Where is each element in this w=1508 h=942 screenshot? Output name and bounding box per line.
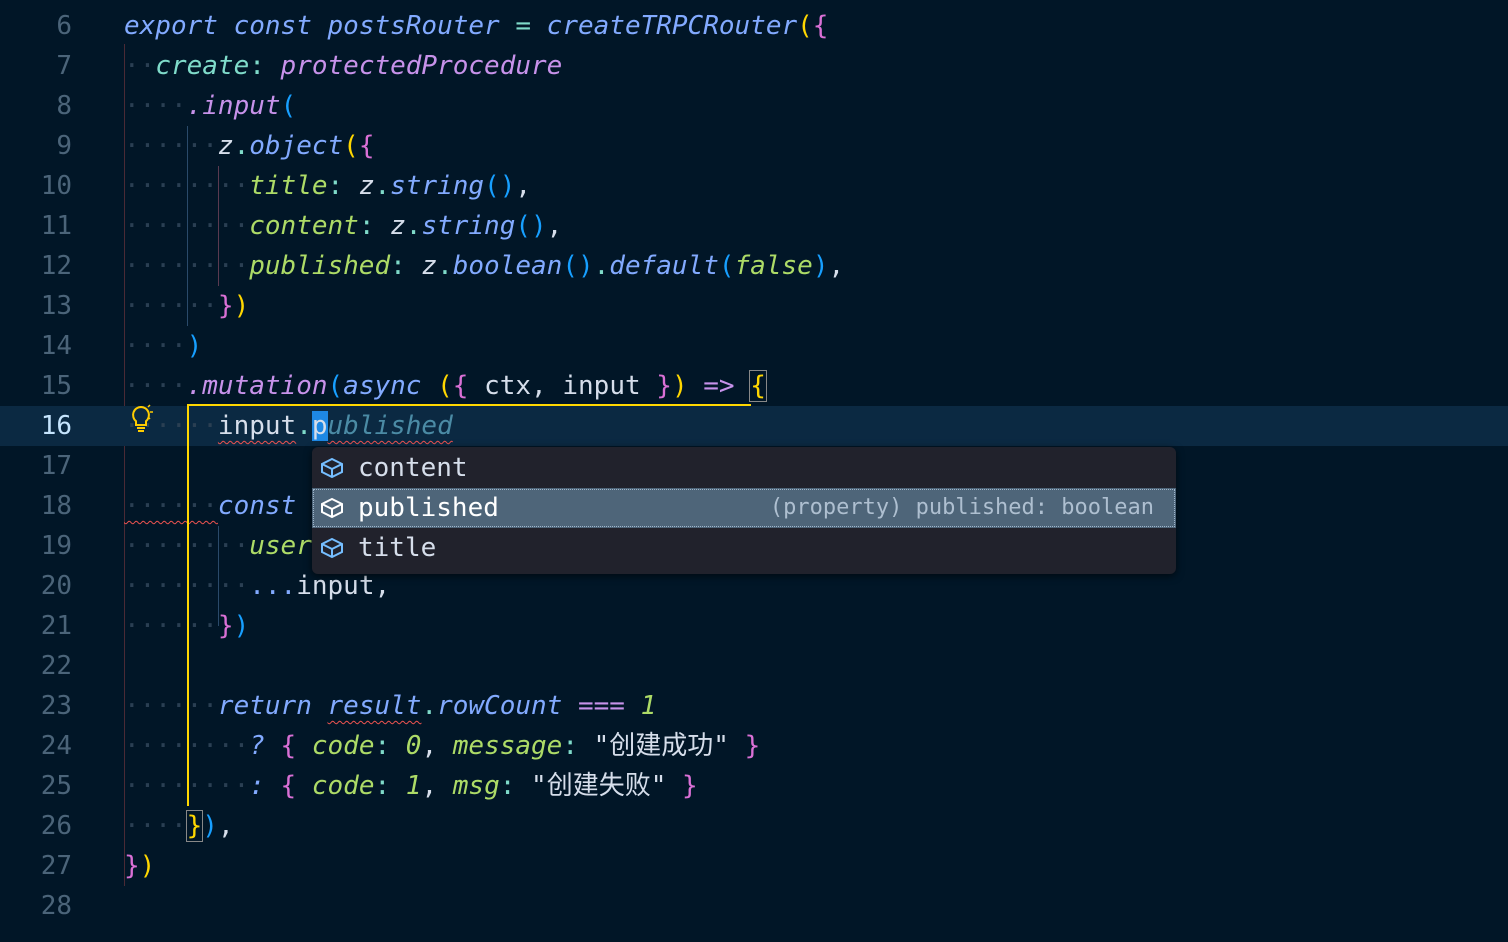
line-number: 11 [40, 211, 72, 241]
function-name: createTRPCRouter [546, 11, 798, 41]
boolean-literal: false [734, 251, 813, 281]
arrow-operator: => [703, 371, 735, 401]
line-number: 18 [40, 491, 72, 521]
line-number: 21 [40, 611, 72, 641]
method-name: string [421, 211, 516, 241]
line-number: 16 [40, 411, 72, 441]
indent-guide [218, 166, 219, 286]
lightbulb-icon[interactable] [128, 404, 154, 434]
line-number: 15 [40, 371, 72, 401]
object-key: published [249, 251, 391, 281]
code-line[interactable]: 28 [0, 886, 1508, 926]
object-key: content [249, 211, 359, 241]
identifier: postsRouter [327, 11, 500, 41]
keyword: const [233, 11, 312, 41]
line-number: 22 [40, 651, 72, 681]
object-key: title [249, 171, 328, 201]
line-number: 27 [40, 851, 72, 881]
line-number: 23 [40, 691, 72, 721]
keyword: async [343, 371, 422, 401]
method-name: mutation [202, 371, 328, 401]
line-number: 13 [40, 291, 72, 321]
method-name: default [609, 251, 719, 281]
line-number: 24 [40, 731, 72, 761]
method-name: input [202, 91, 281, 121]
line-number: 7 [56, 51, 72, 81]
code-line[interactable]: 13 ······}) [0, 286, 1508, 326]
code-line[interactable]: 7 ··create: protectedProcedure [0, 46, 1508, 86]
code-line[interactable]: 26 ····}), [0, 806, 1508, 846]
property-icon [321, 537, 343, 559]
code-line[interactable]: 9 ······z.object({ [0, 126, 1508, 166]
method-name: object [249, 131, 344, 161]
line-number: 17 [40, 451, 72, 481]
identifier: protectedProcedure [280, 51, 563, 81]
code-line[interactable]: 15 ····.mutation(async ({ ctx, input }) … [0, 366, 1508, 406]
suggestion-detail: (property) published: boolean [769, 495, 1154, 520]
code-line[interactable]: 14 ····) [0, 326, 1508, 366]
operator: = [499, 11, 547, 41]
line-number: 10 [40, 171, 72, 201]
property-icon [321, 497, 343, 519]
method-name: string [390, 171, 485, 201]
indent-guide [187, 126, 188, 326]
object-key: create [155, 51, 250, 81]
suggestion-label: title [358, 533, 437, 563]
code-line[interactable]: 10 ········title: z.string(), [0, 166, 1508, 206]
code-line[interactable]: 12 ········published: z.boolean().defaul… [0, 246, 1508, 286]
suggestion-item-published[interactable]: published (property) published: boolean [312, 488, 1176, 528]
suggestion-item-title[interactable]: title [312, 528, 1176, 568]
code-line[interactable]: 11 ········content: z.string(), [0, 206, 1508, 246]
line-number: 8 [56, 91, 72, 121]
autocomplete-suggestions[interactable]: content published (property) published: … [312, 447, 1176, 574]
line-number: 6 [56, 11, 72, 41]
line-number: 28 [40, 891, 72, 921]
method-name: boolean [452, 251, 563, 281]
line-number: 26 [40, 811, 72, 841]
identifier: z [217, 131, 234, 161]
line-number: 25 [40, 771, 72, 801]
line-number: 14 [40, 331, 72, 361]
line-number: 19 [40, 531, 72, 561]
suggestion-item-content[interactable]: content [312, 448, 1176, 488]
code-line[interactable]: 27 }) [0, 846, 1508, 886]
line-number: 9 [56, 131, 72, 161]
parameter: input [562, 371, 641, 401]
keyword: export [124, 11, 218, 41]
property-icon [321, 457, 343, 479]
parameter: ctx [484, 371, 532, 401]
suggestion-label: published [358, 493, 499, 523]
code-line[interactable]: 8 ····.input( [0, 86, 1508, 126]
code-editor[interactable]: 6 export const postsRouter = createTRPCR… [0, 0, 1508, 942]
code-line[interactable]: 6 export const postsRouter = createTRPCR… [0, 6, 1508, 46]
colon: : [249, 51, 265, 81]
suggestion-label: content [358, 453, 468, 483]
line-number: 12 [40, 251, 72, 281]
line-number: 20 [40, 571, 72, 601]
